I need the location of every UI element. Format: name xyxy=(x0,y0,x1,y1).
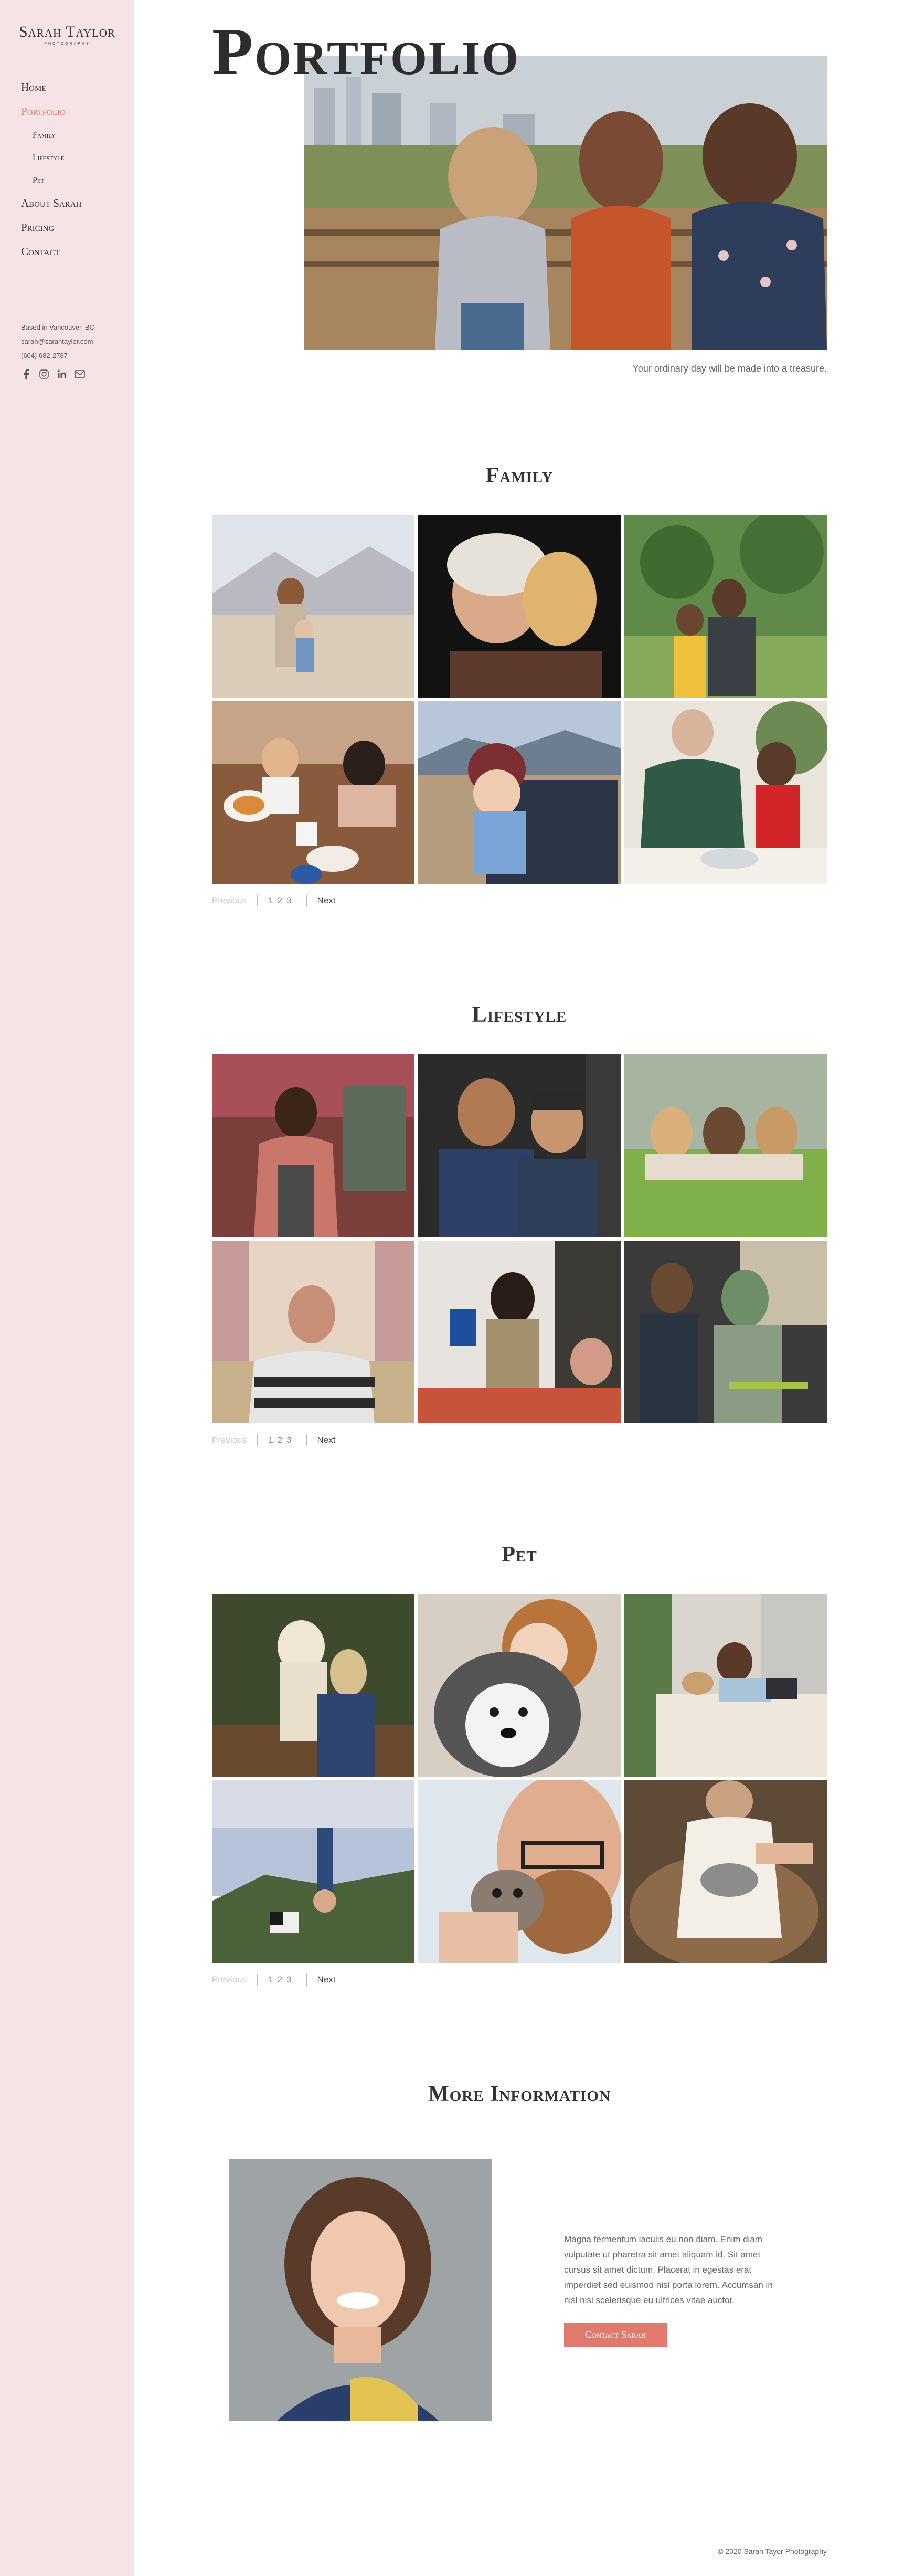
nav-home[interactable]: Home xyxy=(21,80,81,104)
photo-grandfather-baking[interactable] xyxy=(624,701,827,884)
photo-girls-lying-on-grass[interactable] xyxy=(624,1054,827,1237)
photo-woman-hugging-dog[interactable] xyxy=(212,1594,414,1777)
pagination-previous: Previous xyxy=(212,1435,247,1445)
instagram-icon[interactable] xyxy=(39,369,49,379)
nav-lifestyle[interactable]: Lifestyle xyxy=(21,151,81,173)
page-3-link[interactable]: 3 xyxy=(286,1975,291,1985)
hero-photo-friends xyxy=(304,56,827,350)
page-title: Portfolio xyxy=(212,14,520,89)
pagination-divider xyxy=(306,1434,307,1446)
email-link[interactable]: sarah@sarahtaylor.com xyxy=(21,334,94,349)
linkedin-icon[interactable] xyxy=(57,369,67,379)
photo-grandmother-embrace[interactable] xyxy=(418,515,621,698)
page-2-link[interactable]: 2 xyxy=(278,1975,282,1985)
nav-pet[interactable]: Pet xyxy=(21,173,81,196)
pet-pagination: Previous 1 2 3 Next xyxy=(212,1974,336,1986)
page-3-link[interactable]: 3 xyxy=(286,1435,291,1445)
page-1-link[interactable]: 1 xyxy=(268,1975,273,1985)
photo-woman-with-cat[interactable] xyxy=(624,1780,827,1963)
nav-pricing[interactable]: Pricing xyxy=(21,220,81,244)
phone-text: (604) 682-2787 xyxy=(21,352,68,360)
photo-woman-with-husky[interactable] xyxy=(418,1594,621,1777)
photo-father-son-selfie[interactable] xyxy=(624,515,827,698)
pagination-previous: Previous xyxy=(212,895,247,905)
info-paragraph: Magna fermentum iaculis eu non diam. Eni… xyxy=(564,2234,773,2305)
mail-icon[interactable] xyxy=(75,369,85,379)
contact-sarah-button[interactable]: Contact Sarah xyxy=(564,2323,667,2347)
photo-girl-dog-bed[interactable] xyxy=(624,1594,827,1777)
main-nav: Home Portfolio Family Lifestyle Pet Abou… xyxy=(21,80,81,268)
pagination-previous: Previous xyxy=(212,1975,247,1984)
pagination-divider xyxy=(257,1434,258,1446)
facebook-icon[interactable] xyxy=(21,369,31,379)
photo-man-with-kitten[interactable] xyxy=(418,1780,621,1963)
pet-gallery xyxy=(212,1594,827,1963)
pagination-next[interactable]: Next xyxy=(317,1435,336,1445)
photo-family-breakfast[interactable] xyxy=(212,701,414,884)
page-3-link[interactable]: 3 xyxy=(286,895,291,906)
nav-family[interactable]: Family xyxy=(21,128,81,151)
section-title-lifestyle: Lifestyle xyxy=(472,1003,567,1027)
photo-mother-child-beach[interactable] xyxy=(212,515,414,698)
nav-contact[interactable]: Contact xyxy=(21,244,81,268)
photo-woman-pouring-coffee[interactable] xyxy=(418,1241,621,1423)
sidebar: Sarah Taylor PHOTOGRAPHY Home Portfolio … xyxy=(0,0,134,2576)
photo-shop-owner[interactable] xyxy=(212,1054,414,1237)
family-gallery xyxy=(212,515,827,884)
page-2-link[interactable]: 2 xyxy=(278,895,282,906)
family-pagination: Previous 1 2 3 Next xyxy=(212,895,336,906)
lifestyle-pagination: Previous 1 2 3 Next xyxy=(212,1434,336,1446)
pagination-divider xyxy=(306,895,307,906)
social-links xyxy=(21,369,85,379)
section-title-pet: Pet xyxy=(502,1543,537,1567)
pagination-divider xyxy=(257,895,258,906)
photo-older-man-sofa[interactable] xyxy=(212,1241,414,1423)
pagination-next[interactable]: Next xyxy=(317,895,336,906)
pagination-next[interactable]: Next xyxy=(317,1975,336,1985)
lifestyle-gallery xyxy=(212,1054,827,1423)
nav-about-sarah[interactable]: About Sarah xyxy=(21,196,81,220)
footer-copyright: © 2020 Sarah Tayor Photography xyxy=(718,2547,827,2556)
section-title-family: Family xyxy=(485,463,554,488)
page-1-link[interactable]: 1 xyxy=(268,1435,273,1445)
logo-name: Sarah Taylor xyxy=(19,23,115,40)
pagination-divider xyxy=(306,1974,307,1986)
page-2-link[interactable]: 2 xyxy=(278,1435,282,1445)
portrait-sarah xyxy=(229,2159,492,2421)
pagination-divider xyxy=(257,1974,258,1986)
photo-father-holding-baby[interactable] xyxy=(418,701,621,884)
logo-tagline: PHOTOGRAPHY xyxy=(44,42,90,46)
hero-caption: Your ordinary day will be made into a tr… xyxy=(632,363,827,374)
contact-details: Based in Vancouver, BC sarah@sarahtaylor… xyxy=(21,320,94,363)
nav-portfolio[interactable]: Portfolio xyxy=(21,104,81,128)
photo-two-friends-smiling[interactable] xyxy=(418,1054,621,1237)
location-text: Based in Vancouver, BC xyxy=(21,323,94,331)
photo-couple-market[interactable] xyxy=(624,1241,827,1423)
page-1-link[interactable]: 1 xyxy=(268,895,273,906)
site-logo[interactable]: Sarah Taylor PHOTOGRAPHY xyxy=(12,23,123,46)
section-title-more-information: More Information xyxy=(428,2082,611,2106)
photo-handstand-with-dog[interactable] xyxy=(212,1780,414,1963)
